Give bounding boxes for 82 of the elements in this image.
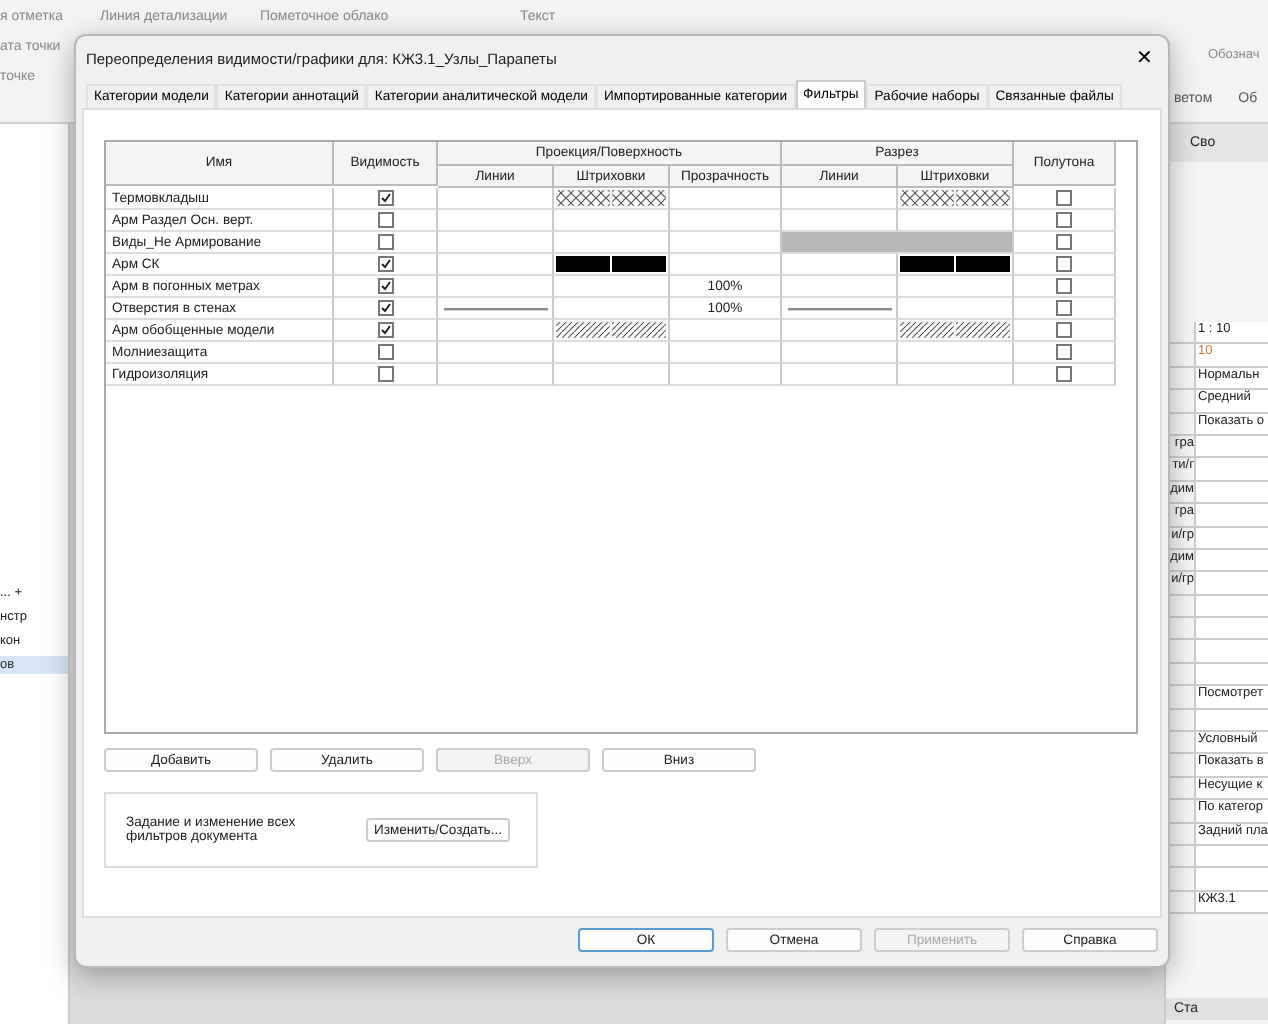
table-cell[interactable] bbox=[782, 320, 898, 342]
checkbox[interactable] bbox=[1056, 212, 1072, 228]
table-cell[interactable] bbox=[670, 320, 782, 342]
checkbox[interactable] bbox=[377, 212, 393, 228]
line-swatch bbox=[787, 305, 891, 311]
table-cell[interactable] bbox=[554, 276, 670, 298]
table-cell[interactable] bbox=[670, 210, 782, 232]
table-cell[interactable] bbox=[670, 342, 782, 364]
table-cell[interactable] bbox=[782, 254, 898, 276]
table-cell[interactable] bbox=[554, 210, 670, 232]
hatch-pattern-swatch bbox=[899, 254, 1011, 274]
property-value[interactable] bbox=[1194, 572, 1268, 594]
table-cell[interactable] bbox=[898, 276, 1014, 298]
checkbox[interactable] bbox=[1056, 256, 1072, 272]
property-value[interactable] bbox=[1194, 458, 1268, 480]
property-value[interactable] bbox=[1194, 868, 1268, 890]
checkbox[interactable] bbox=[1056, 366, 1072, 382]
table-cell[interactable] bbox=[554, 232, 670, 254]
table-cell[interactable] bbox=[554, 364, 670, 386]
table-cell[interactable] bbox=[554, 342, 670, 364]
property-value[interactable] bbox=[1194, 709, 1268, 731]
checkbox[interactable] bbox=[377, 234, 393, 250]
table-cell[interactable] bbox=[782, 210, 898, 232]
close-button[interactable]: ✕ bbox=[1132, 46, 1156, 70]
checkbox[interactable] bbox=[1056, 300, 1072, 316]
checkbox[interactable] bbox=[1056, 190, 1072, 206]
property-value[interactable] bbox=[1194, 618, 1268, 639]
checkbox[interactable] bbox=[377, 278, 393, 294]
property-value[interactable] bbox=[1194, 595, 1268, 617]
checkbox[interactable] bbox=[1056, 234, 1072, 250]
table-cell[interactable] bbox=[554, 298, 670, 320]
table-cell[interactable] bbox=[438, 320, 554, 342]
table-cell[interactable] bbox=[898, 298, 1014, 320]
table-cell[interactable] bbox=[438, 298, 554, 320]
property-value[interactable] bbox=[1194, 845, 1268, 867]
property-value[interactable] bbox=[1194, 504, 1268, 526]
checkbox[interactable] bbox=[377, 300, 393, 316]
hatch-pattern-swatch bbox=[899, 320, 1011, 340]
hatch-pattern-swatch bbox=[555, 254, 667, 274]
checkbox[interactable] bbox=[377, 366, 393, 382]
table-cell[interactable] bbox=[438, 210, 554, 232]
table-cell[interactable] bbox=[438, 364, 554, 386]
table-cell[interactable] bbox=[438, 254, 554, 276]
property-value[interactable] bbox=[1194, 549, 1268, 571]
table-cell[interactable] bbox=[898, 188, 1014, 210]
table-cell[interactable] bbox=[670, 364, 782, 386]
property-value[interactable] bbox=[1194, 481, 1268, 503]
checkbox[interactable] bbox=[377, 256, 393, 272]
table-cell[interactable] bbox=[782, 276, 898, 298]
checkbox[interactable] bbox=[1056, 278, 1072, 294]
table-cell[interactable] bbox=[438, 232, 554, 254]
table-cell[interactable] bbox=[898, 320, 1014, 342]
table-cell[interactable] bbox=[898, 210, 1014, 232]
checkbox[interactable] bbox=[377, 190, 393, 206]
table-cell[interactable] bbox=[438, 188, 554, 210]
hatch-pattern-swatch bbox=[555, 320, 667, 340]
table-cell[interactable] bbox=[554, 320, 670, 342]
table-cell[interactable] bbox=[782, 364, 898, 386]
table-cell[interactable] bbox=[898, 364, 1014, 386]
checkbox[interactable] bbox=[1056, 344, 1072, 360]
table-cell[interactable] bbox=[670, 232, 782, 254]
checkbox[interactable] bbox=[1056, 322, 1072, 338]
table-cell[interactable] bbox=[782, 298, 898, 320]
table-cell[interactable] bbox=[898, 254, 1014, 276]
table-cell[interactable] bbox=[782, 342, 898, 364]
table-cell[interactable] bbox=[438, 342, 554, 364]
property-value[interactable] bbox=[1194, 435, 1268, 457]
property-value[interactable] bbox=[1194, 663, 1268, 685]
checkbox[interactable] bbox=[377, 322, 393, 338]
table-cell[interactable] bbox=[898, 342, 1014, 364]
property-value[interactable] bbox=[1194, 527, 1268, 548]
table-cell[interactable] bbox=[438, 276, 554, 298]
hatch-pattern-swatch bbox=[899, 188, 1011, 208]
table-cell[interactable] bbox=[554, 254, 670, 276]
table-cell[interactable] bbox=[670, 254, 782, 276]
table-cell[interactable] bbox=[782, 188, 898, 210]
table-cell[interactable] bbox=[670, 188, 782, 210]
line-swatch bbox=[443, 305, 547, 311]
hatch-pattern-swatch bbox=[555, 188, 667, 208]
table-cell[interactable] bbox=[554, 188, 670, 210]
checkbox[interactable] bbox=[377, 344, 393, 360]
property-value[interactable] bbox=[1194, 640, 1268, 662]
